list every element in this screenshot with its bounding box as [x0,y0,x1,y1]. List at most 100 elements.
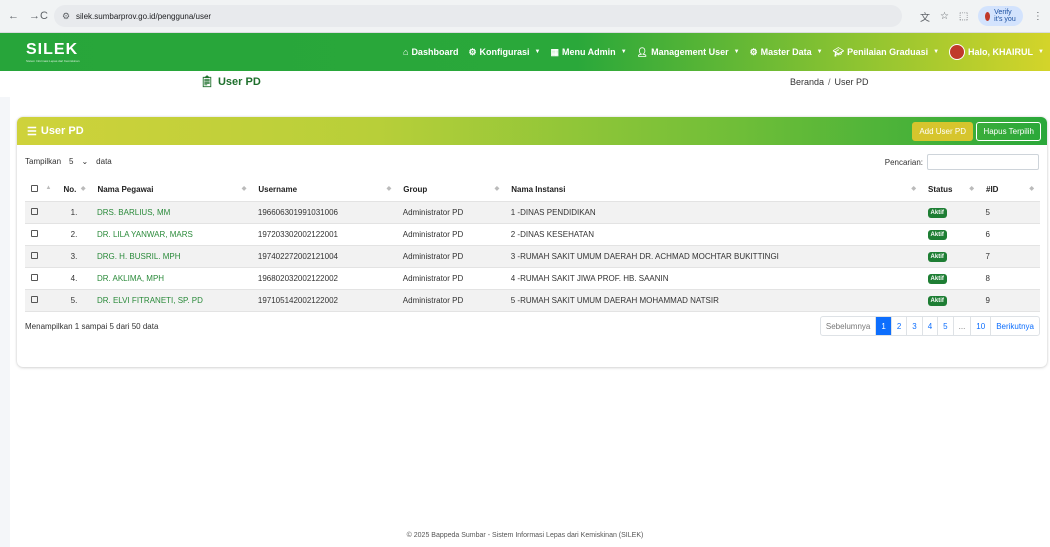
sort-icon: ◆ [386,186,392,192]
breadcrumb-home[interactable]: Beranda [790,77,824,87]
sort-icon: ◆ [494,186,500,192]
cell-nama-pegawai[interactable]: DR. LILA YANWAR, MARS [90,223,252,246]
user-table: ▲ No. ◆ Nama Pegawai ◆ Username ◆ Group ◆ Na… [25,179,1040,312]
menu-menu-admin[interactable]: ▦ Menu Admin ▼ [551,47,627,58]
page-button[interactable]: 2 [892,317,908,335]
verify-button[interactable]: Verify it's you [978,6,1023,26]
row-select[interactable] [25,245,57,268]
profile-avatar [985,11,991,21]
select-all-header[interactable]: ▲ [25,179,58,202]
menu-dashboard[interactable]: ⌂ Dashboard [403,47,458,57]
col-group[interactable]: Group ◆ [396,179,506,202]
gears-icon: ⚙ [468,46,477,57]
cell-nama-instansi: 5 -RUMAH SAKIT UMUM DAERAH MOHAMMAD NATS… [504,289,922,312]
cell-no: 4. [56,267,91,290]
page-button[interactable]: 5 [938,317,954,335]
next-page-button[interactable]: Berikutnya [991,317,1039,335]
caret-down-icon: ▼ [933,49,940,55]
page-ellipsis[interactable]: ... [954,317,972,335]
row-select[interactable] [25,201,57,224]
cell-nama-pegawai[interactable]: DRS. BARLIUS, MM [90,201,252,224]
page-size-control: Tampilkan 5 ⌄ data [25,157,112,166]
translate-icon[interactable]: 文 [920,9,930,24]
caret-down-icon: ▼ [733,49,740,55]
breadcrumb: Beranda / User PD [790,77,869,87]
cell-no: 5. [56,289,91,312]
row-checkbox[interactable] [31,207,38,215]
chevron-down-icon: ⌄ [81,157,89,166]
menu-penilaian-graduasi[interactable]: 🎓︎ Penilaian Graduasi ▼ [833,47,939,58]
page-button[interactable]: 1 [876,317,892,335]
row-select[interactable] [25,223,57,246]
col-username[interactable]: Username ◆ [251,179,398,202]
browser-menu-icon[interactable]: ⋮ [1033,11,1043,22]
cell-id: 9 [979,289,1040,312]
page-button[interactable]: 10 [971,317,992,335]
delete-selected-button[interactable]: Hapus Terpilih [976,122,1041,141]
cell-nama-pegawai[interactable]: DR. AKLIMA, MPH [90,267,252,290]
menu-management-user[interactable]: 👤︎ Management User ▼ [637,47,740,58]
cell-status: Aktif [921,245,980,268]
cell-status: Aktif [921,289,980,312]
sort-icon: ◆ [969,186,974,192]
page-title: 📋︎ User PD [200,75,261,89]
table-row[interactable]: 2. DR. LILA YANWAR, MARS 19720330200212200… [25,223,1040,246]
table-row[interactable]: 1. DRS. BARLIUS, MM 196606301991031006 Admi… [25,201,1040,224]
row-checkbox[interactable] [31,273,38,281]
extensions-icon[interactable]: ⬚ [959,11,968,22]
row-checkbox[interactable] [31,295,38,303]
site-settings-icon[interactable]: ⚙ [62,11,70,22]
cell-nama-instansi: 2 -DINAS KESEHATAN [504,223,922,246]
row-select[interactable] [25,267,57,290]
cell-id: 5 [979,201,1040,224]
cell-nama-instansi: 4 -RUMAH SAKIT JIWA PROF. HB. SAANIN [504,267,922,290]
page-button[interactable]: 4 [923,317,939,335]
col-nama-instansi[interactable]: Nama Instansi ◆ [504,179,923,202]
table-row[interactable]: 4. DR. AKLIMA, MPH 196802032002122002 Admin… [25,267,1040,290]
breadcrumb-current: User PD [834,77,869,87]
sort-icon: ◆ [80,186,86,192]
select-all-checkbox[interactable] [31,185,38,193]
row-checkbox[interactable] [31,229,38,237]
status-badge: Aktif [927,295,947,306]
menu-konfigurasi[interactable]: ⚙ Konfigurasi ▼ [468,47,540,58]
browser-toolbar: ← → C ⚙ silek.sumbarprov.go.id/pengguna/… [0,0,1050,33]
forward-icon[interactable]: → [29,10,40,22]
table-row[interactable]: 3. DRG. H. BUSRIL. MPH 197402272002121004 A… [25,245,1040,268]
brand-logo[interactable]: SILEK Sistem Informasi Lepas dari Kemisk… [26,41,80,63]
avatar [949,44,966,60]
cell-username: 196606301991031006 [251,201,397,224]
bookmark-star-icon[interactable]: ☆ [940,11,949,22]
cell-nama-pegawai[interactable]: DRG. H. BUSRIL. MPH [90,245,252,268]
col-no[interactable]: No. ◆ [56,179,92,202]
add-user-button[interactable]: Add User PD [912,122,973,141]
cell-no: 2. [56,223,91,246]
card-title: ☰ User PD [27,125,84,138]
user-menu[interactable]: Halo, KHAIRUL ▼ [949,44,1044,60]
prev-page-button[interactable]: Sebelumnya [821,317,877,335]
col-id[interactable]: #ID ◆ [979,179,1040,202]
address-bar[interactable]: ⚙ silek.sumbarprov.go.id/pengguna/user [53,5,902,27]
sort-icon: ◆ [1029,186,1034,192]
cell-nama-instansi: 1 -DINAS PENDIDIKAN [504,201,922,224]
search-input[interactable] [927,154,1039,170]
status-badge: Aktif [927,251,947,262]
user-pd-card: ☰ User PD Add User PD Hapus Terpilih Tam… [17,117,1047,367]
cell-id: 7 [979,245,1040,268]
cell-username: 197203302002122001 [251,223,397,246]
cell-group: Administrator PD [396,223,505,246]
table-row[interactable]: 5. DR. ELVI FITRANETI, SP. PD 197105142002… [25,289,1040,312]
cell-no: 3. [56,245,91,268]
col-nama-pegawai[interactable]: Nama Pegawai ◆ [90,179,253,202]
home-icon: ⌂ [403,47,409,57]
page-size-select[interactable]: 5 ⌄ [65,157,92,166]
col-status[interactable]: Status ◆ [921,179,980,202]
row-select[interactable] [25,289,57,312]
back-icon[interactable]: ← [8,10,19,22]
cell-nama-pegawai[interactable]: DR. ELVI FITRANETI, SP. PD [90,289,252,312]
reload-icon[interactable]: C [40,10,48,22]
cell-status: Aktif [921,223,980,246]
row-checkbox[interactable] [31,251,38,259]
menu-master-data[interactable]: ⚙ Master Data ▼ [750,47,823,58]
page-button[interactable]: 3 [907,317,923,335]
